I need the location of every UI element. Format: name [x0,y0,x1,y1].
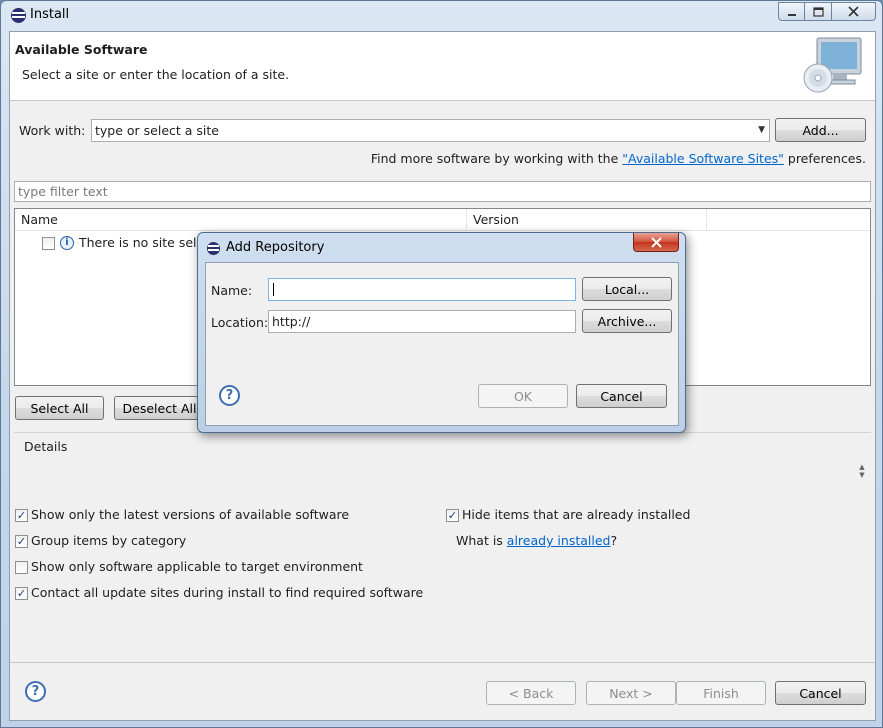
dialog-title: Add Repository [226,240,325,255]
target-env-label: Show only software applicable to target … [31,559,363,574]
row-checkbox[interactable] [42,237,55,250]
name-label: Name: [211,283,253,298]
window-title: Install [30,7,70,22]
location-value: http:// [272,314,311,329]
minimize-button[interactable] [778,2,805,21]
what-is-prefix: What is [456,533,507,548]
text-cursor [273,283,274,296]
work-with-value: type or select a site [95,123,219,138]
available-sites-link[interactable]: "Available Software Sites" [622,151,784,166]
details-label: Details [24,439,68,454]
tree-header: Name Version [15,209,870,231]
close-icon [848,6,859,17]
caption-buttons [778,2,876,21]
ok-button[interactable]: OK [478,384,568,408]
archive-button[interactable]: Archive... [582,309,672,333]
target-env-checkbox[interactable] [15,561,28,574]
hint-prefix: Find more software by working with the [370,151,623,166]
chevron-down-icon[interactable]: ▼ [758,125,765,135]
column-name[interactable]: Name [15,209,467,231]
dialog-cancel-button[interactable]: Cancel [576,384,667,408]
wizard-header: Available Software Select a site or ente… [10,32,875,101]
latest-versions-checkbox[interactable]: ✓ [15,509,28,522]
name-input[interactable] [268,278,576,301]
deselect-all-button[interactable]: Deselect All [114,396,205,420]
details-scroll-arrows[interactable]: ▲ ▼ [857,463,867,479]
local-button[interactable]: Local... [582,277,672,301]
location-input[interactable]: http:// [268,310,576,333]
what-is-suffix: ? [610,533,618,548]
page-title: Available Software [15,42,148,57]
help-icon[interactable]: ? [219,385,240,406]
work-with-combo[interactable]: type or select a site ▼ [91,119,770,142]
available-sites-hint: Find more software by working with the "… [371,151,866,166]
help-icon[interactable]: ? [25,681,46,702]
footer-divider [10,662,875,663]
hint-suffix: preferences. [783,151,866,166]
contact-sites-label: Contact all update sites during install … [31,585,424,600]
maximize-button[interactable] [805,2,832,21]
hide-installed-checkbox[interactable]: ✓ [446,509,459,522]
maximize-icon [812,6,824,17]
eclipse-icon [207,242,220,255]
add-repository-dialog: Add Repository Name: Local... Location: … [197,232,686,433]
info-icon: i [60,236,74,250]
close-icon [650,237,662,248]
dialog-body: Name: Local... Location: http:// Archive… [205,262,679,426]
filter-input[interactable]: type filter text [14,181,871,202]
cancel-button[interactable]: Cancel [775,681,866,705]
back-button[interactable]: < Back [486,681,576,705]
add-site-button[interactable]: Add... [775,118,866,142]
finish-button[interactable]: Finish [676,681,766,705]
filter-placeholder: type filter text [18,184,108,199]
next-button[interactable]: Next > [586,681,676,705]
details-section: Details ▲ ▼ [14,432,871,500]
minimize-icon [787,13,796,16]
page-subtitle: Select a site or enter the location of a… [22,67,290,82]
group-by-category-checkbox[interactable]: ✓ [15,535,28,548]
group-by-category-label: Group items by category [31,533,187,548]
latest-versions-label: Show only the latest versions of availab… [31,507,350,522]
hide-installed-label: Hide items that are already installed [462,507,691,522]
select-all-button[interactable]: Select All [15,396,104,420]
already-installed-link[interactable]: already installed [507,533,611,548]
location-label: Location: [211,315,269,330]
contact-sites-checkbox[interactable]: ✓ [15,587,28,600]
eclipse-icon [11,8,26,23]
dialog-close-button[interactable] [633,233,679,252]
work-with-label: Work with: [19,123,86,138]
monitor-cd-icon [803,37,862,93]
window-close-button[interactable] [832,2,876,21]
column-version[interactable]: Version [467,209,707,231]
what-is-installed: What is already installed? [456,533,617,548]
title-bar: Install [1,1,882,30]
